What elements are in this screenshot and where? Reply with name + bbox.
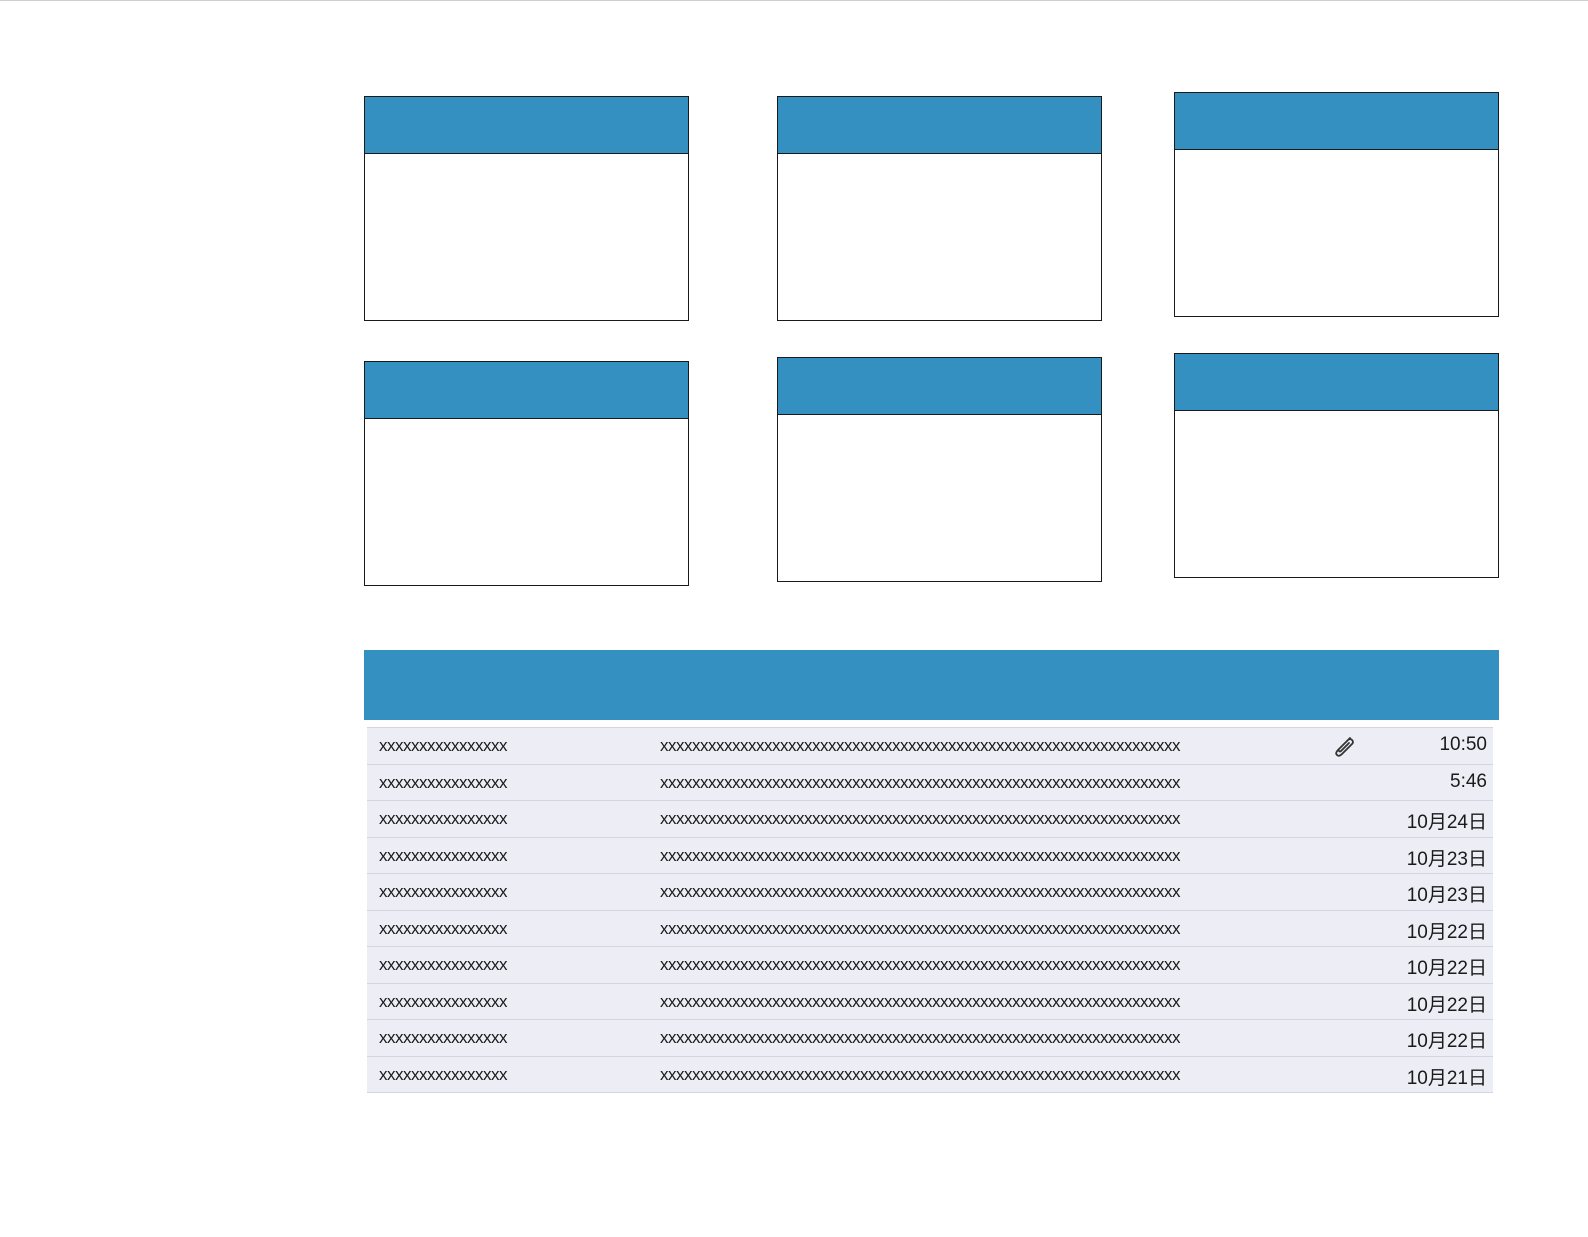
attachment-slot (1330, 880, 1356, 904)
widget-panel-3 (1174, 92, 1499, 317)
message-subject: xxxxxxxxxxxxxxxxxxxxxxxxxxxxxxxxxxxxxxxx… (660, 882, 1181, 901)
widget-header (1175, 354, 1498, 411)
message-row[interactable]: xxxxxxxxxxxxxxxx xxxxxxxxxxxxxxxxxxxxxxx… (367, 874, 1493, 911)
attachment-slot (1330, 734, 1356, 758)
widget-header (365, 362, 688, 419)
message-date: 10月22日 (1406, 958, 1487, 979)
message-row[interactable]: xxxxxxxxxxxxxxxx xxxxxxxxxxxxxxxxxxxxxxx… (367, 983, 1493, 1020)
widget-panel-5 (777, 357, 1102, 582)
message-subject: xxxxxxxxxxxxxxxxxxxxxxxxxxxxxxxxxxxxxxxx… (660, 955, 1181, 974)
widget-header (1175, 93, 1498, 150)
attachment-slot (1330, 807, 1356, 831)
message-subject: xxxxxxxxxxxxxxxxxxxxxxxxxxxxxxxxxxxxxxxx… (660, 772, 1181, 792)
message-date: 10月22日 (1406, 994, 1487, 1016)
message-date: 10月23日 (1406, 885, 1487, 906)
attachment-slot (1330, 953, 1356, 977)
message-subject: xxxxxxxxxxxxxxxxxxxxxxxxxxxxxxxxxxxxxxxx… (660, 845, 1181, 865)
message-row[interactable]: xxxxxxxxxxxxxxxx xxxxxxxxxxxxxxxxxxxxxxx… (367, 1056, 1493, 1093)
widget-body (365, 419, 688, 585)
message-row[interactable]: xxxxxxxxxxxxxxxx xxxxxxxxxxxxxxxxxxxxxxx… (367, 801, 1493, 838)
message-subject: xxxxxxxxxxxxxxxxxxxxxxxxxxxxxxxxxxxxxxxx… (660, 1028, 1181, 1047)
widget-body (778, 154, 1101, 320)
message-row[interactable]: xxxxxxxxxxxxxxxx xxxxxxxxxxxxxxxxxxxxxxx… (367, 947, 1493, 984)
message-sender: xxxxxxxxxxxxxxxx (379, 882, 508, 901)
message-sender: xxxxxxxxxxxxxxxx (379, 772, 508, 792)
message-date: 10月22日 (1406, 1031, 1487, 1052)
message-sender: xxxxxxxxxxxxxxxx (379, 809, 508, 828)
paperclip-icon (1335, 737, 1354, 757)
message-date: 10月24日 (1406, 812, 1487, 833)
message-subject: xxxxxxxxxxxxxxxxxxxxxxxxxxxxxxxxxxxxxxxx… (660, 736, 1181, 755)
message-list: xxxxxxxxxxxxxxxx xxxxxxxxxxxxxxxxxxxxxxx… (367, 727, 1493, 1093)
message-row[interactable]: xxxxxxxxxxxxxxxx xxxxxxxxxxxxxxxxxxxxxxx… (367, 727, 1493, 765)
widget-panel-2 (777, 96, 1102, 321)
message-date: 10月21日 (1406, 1067, 1487, 1089)
widget-panel-6 (1174, 353, 1499, 578)
widget-header (778, 97, 1101, 154)
attachment-slot (1330, 1026, 1356, 1050)
attachment-slot (1330, 771, 1356, 795)
message-subject: xxxxxxxxxxxxxxxxxxxxxxxxxxxxxxxxxxxxxxxx… (660, 1064, 1181, 1084)
message-row[interactable]: xxxxxxxxxxxxxxxx xxxxxxxxxxxxxxxxxxxxxxx… (367, 764, 1493, 801)
message-list-header (364, 650, 1499, 720)
message-sender: xxxxxxxxxxxxxxxx (379, 955, 508, 974)
message-date: 10:50 (1439, 734, 1487, 755)
message-row[interactable]: xxxxxxxxxxxxxxxx xxxxxxxxxxxxxxxxxxxxxxx… (367, 837, 1493, 874)
attachment-slot (1330, 917, 1356, 941)
message-subject: xxxxxxxxxxxxxxxxxxxxxxxxxxxxxxxxxxxxxxxx… (660, 809, 1181, 828)
message-row[interactable]: xxxxxxxxxxxxxxxx xxxxxxxxxxxxxxxxxxxxxxx… (367, 910, 1493, 947)
message-sender: xxxxxxxxxxxxxxxx (379, 918, 508, 938)
widget-header (365, 97, 688, 154)
widget-body (1175, 411, 1498, 577)
top-divider (0, 0, 1588, 1)
message-subject: xxxxxxxxxxxxxxxxxxxxxxxxxxxxxxxxxxxxxxxx… (660, 991, 1181, 1011)
attachment-slot (1330, 1063, 1356, 1087)
attachment-slot (1330, 990, 1356, 1014)
message-date: 10月23日 (1406, 848, 1487, 870)
widget-header (778, 358, 1101, 415)
message-sender: xxxxxxxxxxxxxxxx (379, 736, 508, 755)
message-sender: xxxxxxxxxxxxxxxx (379, 991, 508, 1011)
message-date: 5:46 (1450, 770, 1487, 792)
message-subject: xxxxxxxxxxxxxxxxxxxxxxxxxxxxxxxxxxxxxxxx… (660, 918, 1181, 938)
message-sender: xxxxxxxxxxxxxxxx (379, 845, 508, 865)
attachment-slot (1330, 844, 1356, 868)
message-date: 10月22日 (1406, 921, 1487, 943)
widget-body (365, 154, 688, 320)
message-sender: xxxxxxxxxxxxxxxx (379, 1064, 508, 1084)
message-row[interactable]: xxxxxxxxxxxxxxxx xxxxxxxxxxxxxxxxxxxxxxx… (367, 1020, 1493, 1057)
widget-body (778, 415, 1101, 581)
widget-panel-4 (364, 361, 689, 586)
widget-body (1175, 150, 1498, 316)
message-sender: xxxxxxxxxxxxxxxx (379, 1028, 508, 1047)
widget-panel-1 (364, 96, 689, 321)
